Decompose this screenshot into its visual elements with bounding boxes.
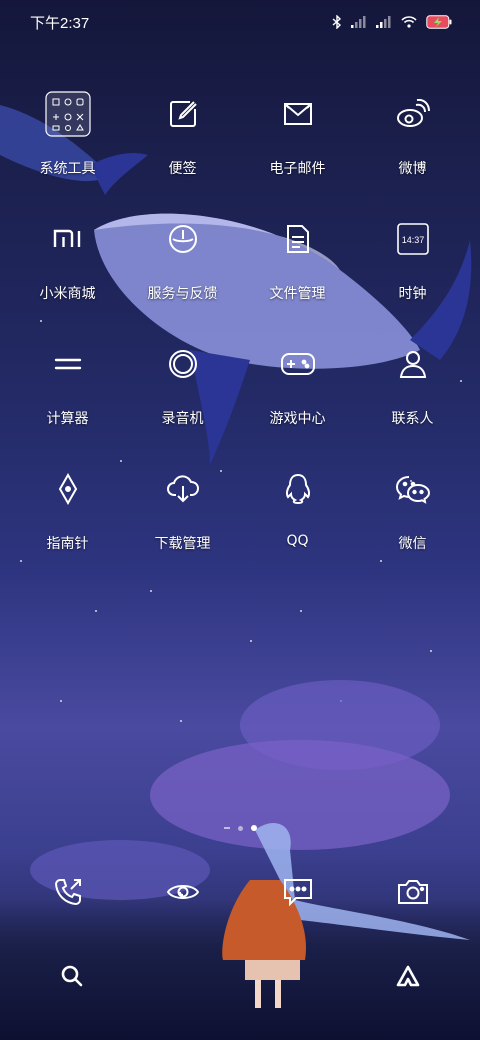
app-label: QQ	[286, 533, 309, 549]
dock	[10, 868, 470, 914]
file-manager-icon	[274, 215, 322, 263]
wifi-icon	[401, 16, 417, 28]
qq-icon	[274, 465, 322, 513]
assistant-icon	[396, 965, 420, 987]
mi-store-icon	[44, 215, 92, 263]
app-label: 服务与反馈	[147, 286, 218, 302]
status-time: 下午2:37	[30, 14, 90, 32]
app-weibo[interactable]: 微博	[355, 88, 470, 213]
camera-icon	[391, 870, 435, 914]
dock-messages[interactable]	[240, 868, 355, 914]
app-compass[interactable]: 指南针	[10, 463, 125, 588]
phone-icon	[46, 870, 90, 914]
note-icon	[159, 90, 207, 138]
battery-charging-icon	[426, 15, 452, 29]
app-contacts[interactable]: 联系人	[355, 338, 470, 463]
app-service-feedback[interactable]: 服务与反馈	[125, 213, 240, 338]
app-label: 录音机	[161, 411, 204, 427]
app-label: 系统工具	[39, 161, 96, 177]
download-icon	[159, 465, 207, 513]
app-game-center[interactable]: 游戏中心	[240, 338, 355, 463]
app-label: 联系人	[391, 411, 434, 427]
app-label: 文件管理	[269, 286, 326, 302]
app-file-manager[interactable]: 文件管理	[240, 213, 355, 338]
app-label: 指南针	[46, 536, 89, 552]
messages-icon	[276, 870, 320, 914]
dock-phone[interactable]	[10, 868, 125, 914]
app-label: 微博	[398, 161, 427, 177]
app-notes[interactable]: 便签	[125, 88, 240, 213]
signal-icon	[376, 16, 391, 28]
app-label: 下载管理	[154, 536, 211, 552]
app-label: 计算器	[46, 411, 89, 427]
mail-icon	[274, 90, 322, 138]
app-grid: 系统工具 便签 电子邮件 微博 小米商城 服务与反馈 文件管理 14:37 时钟…	[10, 88, 470, 588]
app-label: 电子邮件	[269, 161, 326, 177]
app-label: 微信	[398, 536, 427, 552]
browser-eye-icon	[161, 870, 205, 914]
compass-icon	[44, 465, 92, 513]
page-indicator-home	[223, 827, 230, 829]
bluetooth-icon	[332, 15, 342, 29]
search-icon	[61, 965, 83, 987]
app-wechat[interactable]: 微信	[355, 463, 470, 588]
bottom-bar	[0, 952, 480, 1000]
app-label: 游戏中心	[269, 411, 326, 427]
clock-icon: 14:37	[389, 215, 437, 263]
dock-browser[interactable]	[125, 868, 240, 914]
app-label: 小米商城	[39, 286, 96, 302]
status-icons	[332, 15, 452, 29]
app-qq[interactable]: QQ	[240, 463, 355, 588]
app-download-manager[interactable]: 下载管理	[125, 463, 240, 588]
page-dot	[237, 825, 243, 831]
app-label: 便签	[168, 161, 197, 177]
folder-icon	[44, 90, 92, 138]
page-dot-active	[250, 825, 257, 831]
gamepad-icon	[274, 340, 322, 388]
signal-icon	[351, 16, 366, 28]
calculator-icon	[44, 340, 92, 388]
app-email[interactable]: 电子邮件	[240, 88, 355, 213]
app-system-tools[interactable]: 系统工具	[10, 88, 125, 213]
dock-camera[interactable]	[355, 868, 470, 914]
wechat-icon	[389, 465, 437, 513]
app-calculator[interactable]: 计算器	[10, 338, 125, 463]
search-button[interactable]	[56, 960, 88, 992]
weibo-icon	[389, 90, 437, 138]
app-clock[interactable]: 14:37 时钟	[355, 213, 470, 338]
clock-icon-time: 14:37	[401, 235, 424, 245]
assistant-button[interactable]	[392, 960, 424, 992]
app-recorder[interactable]: 录音机	[125, 338, 240, 463]
status-bar: 下午2:37	[0, 0, 480, 44]
page-indicator	[0, 825, 480, 831]
app-mi-store[interactable]: 小米商城	[10, 213, 125, 338]
app-label: 时钟	[398, 286, 427, 302]
recorder-icon	[159, 340, 207, 388]
contacts-icon	[389, 340, 437, 388]
service-icon	[159, 215, 207, 263]
